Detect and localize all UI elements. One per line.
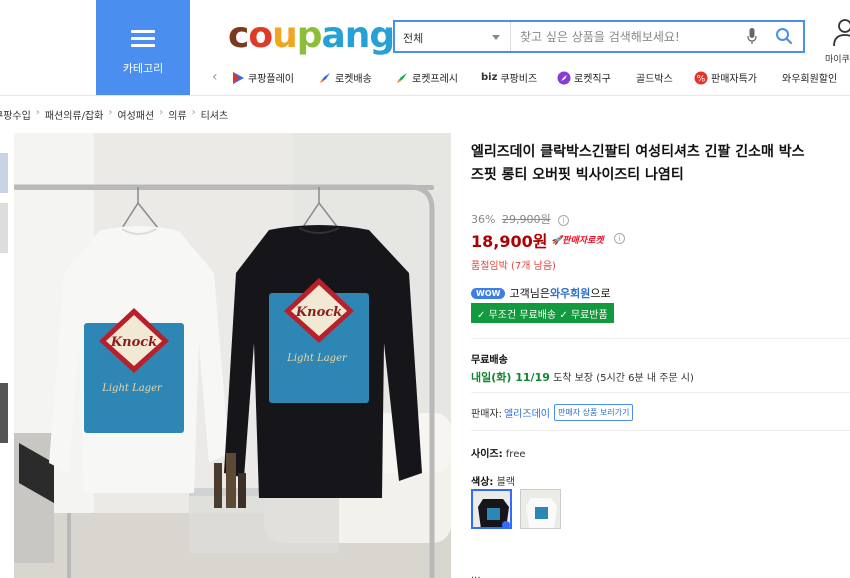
product-main-image[interactable]: Knock Light Lager Knock Light Lager <box>14 133 451 578</box>
chevron-left-icon[interactable]: ‹ <box>212 69 218 85</box>
seller-row: 판매자: 엘리즈데이 판매자 상품 보러가기 <box>471 404 634 421</box>
color-option-thumbnail <box>521 490 560 528</box>
cut-off-row: ... <box>471 570 481 578</box>
color-option-thumbnail <box>473 491 510 527</box>
wow-text-post: 으로 <box>590 287 611 300</box>
product-title: 엘리즈데이 클락박스긴팔티 여성티셔츠 긴팔 긴소매 박스 즈핏 롱티 오버핏 … <box>471 141 850 187</box>
discount-rate: 36% <box>471 213 496 226</box>
rocket-direct-icon <box>557 71 571 84</box>
microphone-icon[interactable] <box>747 28 757 45</box>
breadcrumb: 쿠팡수입 › 패션의류/잡화 › 여성패션 › 의류 › 티셔츠 <box>0 107 228 122</box>
seller-deal-icon: % <box>694 71 708 84</box>
shortcut-wow-discount[interactable]: 와우회원할인 <box>782 70 837 85</box>
divider <box>471 338 850 339</box>
user-icon <box>833 19 850 47</box>
delivery-date: 내일(화) 11/19 <box>471 371 550 384</box>
breadcrumb-item[interactable]: 패션의류/잡화 <box>45 107 104 122</box>
search-input[interactable] <box>512 22 742 51</box>
shortcut-rocket-direct[interactable]: 로켓직구 <box>557 70 611 85</box>
coupang-play-icon <box>233 71 244 84</box>
divider <box>471 392 850 393</box>
shortcut-label: 쿠팡플레이 <box>248 74 294 85</box>
print-script-text: Light Lager <box>286 353 348 364</box>
shortcut-label: 판매자특가 <box>711 74 757 85</box>
search-icon[interactable] <box>775 27 793 45</box>
search-category-value: 전체 <box>403 32 424 45</box>
breadcrumb-item[interactable]: 의류 <box>168 107 186 122</box>
shortcut-label: 와우회원할인 <box>782 74 838 85</box>
shortcut-label: 로켓직구 <box>574 74 611 85</box>
size-row: 사이즈: free <box>471 445 526 460</box>
color-option-black[interactable] <box>471 489 512 529</box>
header: 카테고리 coupang 전체 마이쿠 ‹ 쿠팡플레이 <box>0 0 850 95</box>
seller-name-link[interactable]: 엘리즈데이 <box>504 405 550 420</box>
search-category-select[interactable]: 전체 <box>395 22 511 51</box>
wow-member-row: WOW 고객님은 와우회원 으로 <box>471 285 611 301</box>
product-title-line: 즈핏 롱티 오버핏 빅사이즈티 나염티 <box>471 167 684 183</box>
breadcrumb-bar: 쿠팡수입 › 패션의류/잡화 › 여성패션 › 의류 › 티셔츠 <box>0 95 850 129</box>
shortcut-coupang-play[interactable]: 쿠팡플레이 <box>231 70 294 85</box>
shortcut-coupang-biz[interactable]: biz 쿠팡비즈 <box>481 70 537 85</box>
color-row: 색상: 블랙 <box>471 473 515 488</box>
wow-member-link[interactable]: 와우회원 <box>550 285 590 301</box>
category-menu-button[interactable]: 카테고리 <box>96 0 190 95</box>
seller-products-button[interactable]: 판매자 상품 보러가기 <box>553 404 634 421</box>
breadcrumb-item[interactable]: 티셔츠 <box>201 107 229 122</box>
hamburger-icon <box>131 30 155 48</box>
size-label: 사이즈: <box>471 449 503 460</box>
color-option-white[interactable] <box>520 489 561 529</box>
shortcut-label: 로켓프레시 <box>412 74 458 85</box>
chevron-right-icon: › <box>108 107 113 118</box>
shortcut-rocket-delivery[interactable]: 로켓배송 <box>318 70 372 85</box>
biz-icon: biz <box>481 72 498 83</box>
sale-price: 18,900원 <box>471 232 548 251</box>
size-value: free <box>502 449 526 460</box>
chevron-right-icon: › <box>35 107 40 118</box>
product-title-line: 엘리즈데이 클락박스긴팔티 여성티셔츠 긴팔 긴소매 박스 <box>471 144 805 160</box>
thumbnail-strip[interactable] <box>0 133 10 578</box>
chevron-right-icon: › <box>159 107 164 118</box>
original-price: 29,900원 <box>501 213 551 226</box>
coupang-logo[interactable]: coupang <box>228 16 395 56</box>
delivery-cutoff: (5시간 6분 내 주문 시) <box>593 373 694 384</box>
delivery-guarantee: 도착 보장 <box>549 373 594 384</box>
shortcut-seller-deal[interactable]: % 판매자특가 <box>694 70 757 85</box>
free-shipping-return-badge: ✓ 무조건 무료배송 ✓ 무료반품 <box>471 303 614 323</box>
rocket-icon: 🚀 <box>551 236 563 246</box>
color-value: 블랙 <box>493 477 515 488</box>
category-label: 카테고리 <box>122 62 164 75</box>
print-script-text: Light Lager <box>101 383 163 394</box>
color-label: 색상: <box>471 477 494 488</box>
print-brand-text: Knock <box>295 305 342 320</box>
chevron-down-icon <box>492 35 500 40</box>
shortcut-label: 골드박스 <box>636 74 673 85</box>
my-coupang-label: 마이쿠 <box>825 55 850 65</box>
seller-label: 판매자: <box>471 409 502 420</box>
wow-badge: WOW <box>471 287 506 299</box>
breadcrumb-item[interactable]: 쿠팡수입 <box>0 107 31 122</box>
svg-text:%: % <box>697 74 706 84</box>
shortcut-label: 쿠팡비즈 <box>500 74 538 85</box>
shortcut-rocket-fresh[interactable]: 로켓프레시 <box>395 70 458 85</box>
discount-row: 36% 29,900원 i <box>471 211 570 227</box>
seller-rocket-badge: 🚀판매자로켓 <box>551 233 604 246</box>
rocket-fresh-icon <box>397 72 407 83</box>
shortcut-label: 로켓배송 <box>335 74 372 85</box>
chevron-right-icon: › <box>191 107 196 118</box>
print-brand-text: Knock <box>110 335 157 350</box>
stock-notice: 품절임박 (7개 남음) <box>471 261 556 272</box>
divider <box>471 430 850 431</box>
shipping-heading: 무료배송 <box>471 355 508 366</box>
search-bar: 전체 <box>393 20 805 53</box>
breadcrumb-item[interactable]: 여성패션 <box>117 107 154 122</box>
shipping-date-row: 내일(화) 11/19 도착 보장 (5시간 6분 내 주문 시) <box>471 369 694 385</box>
wow-text-pre: 고객님은 <box>509 287 550 300</box>
info-icon[interactable]: i <box>614 233 625 244</box>
shortcut-gold-box[interactable]: 골드박스 <box>636 70 673 85</box>
my-coupang-button[interactable]: 마이쿠 <box>825 18 850 68</box>
seller-rocket-label: 판매자로켓 <box>562 236 604 246</box>
info-icon[interactable]: i <box>558 215 570 226</box>
rocket-icon <box>320 72 330 83</box>
